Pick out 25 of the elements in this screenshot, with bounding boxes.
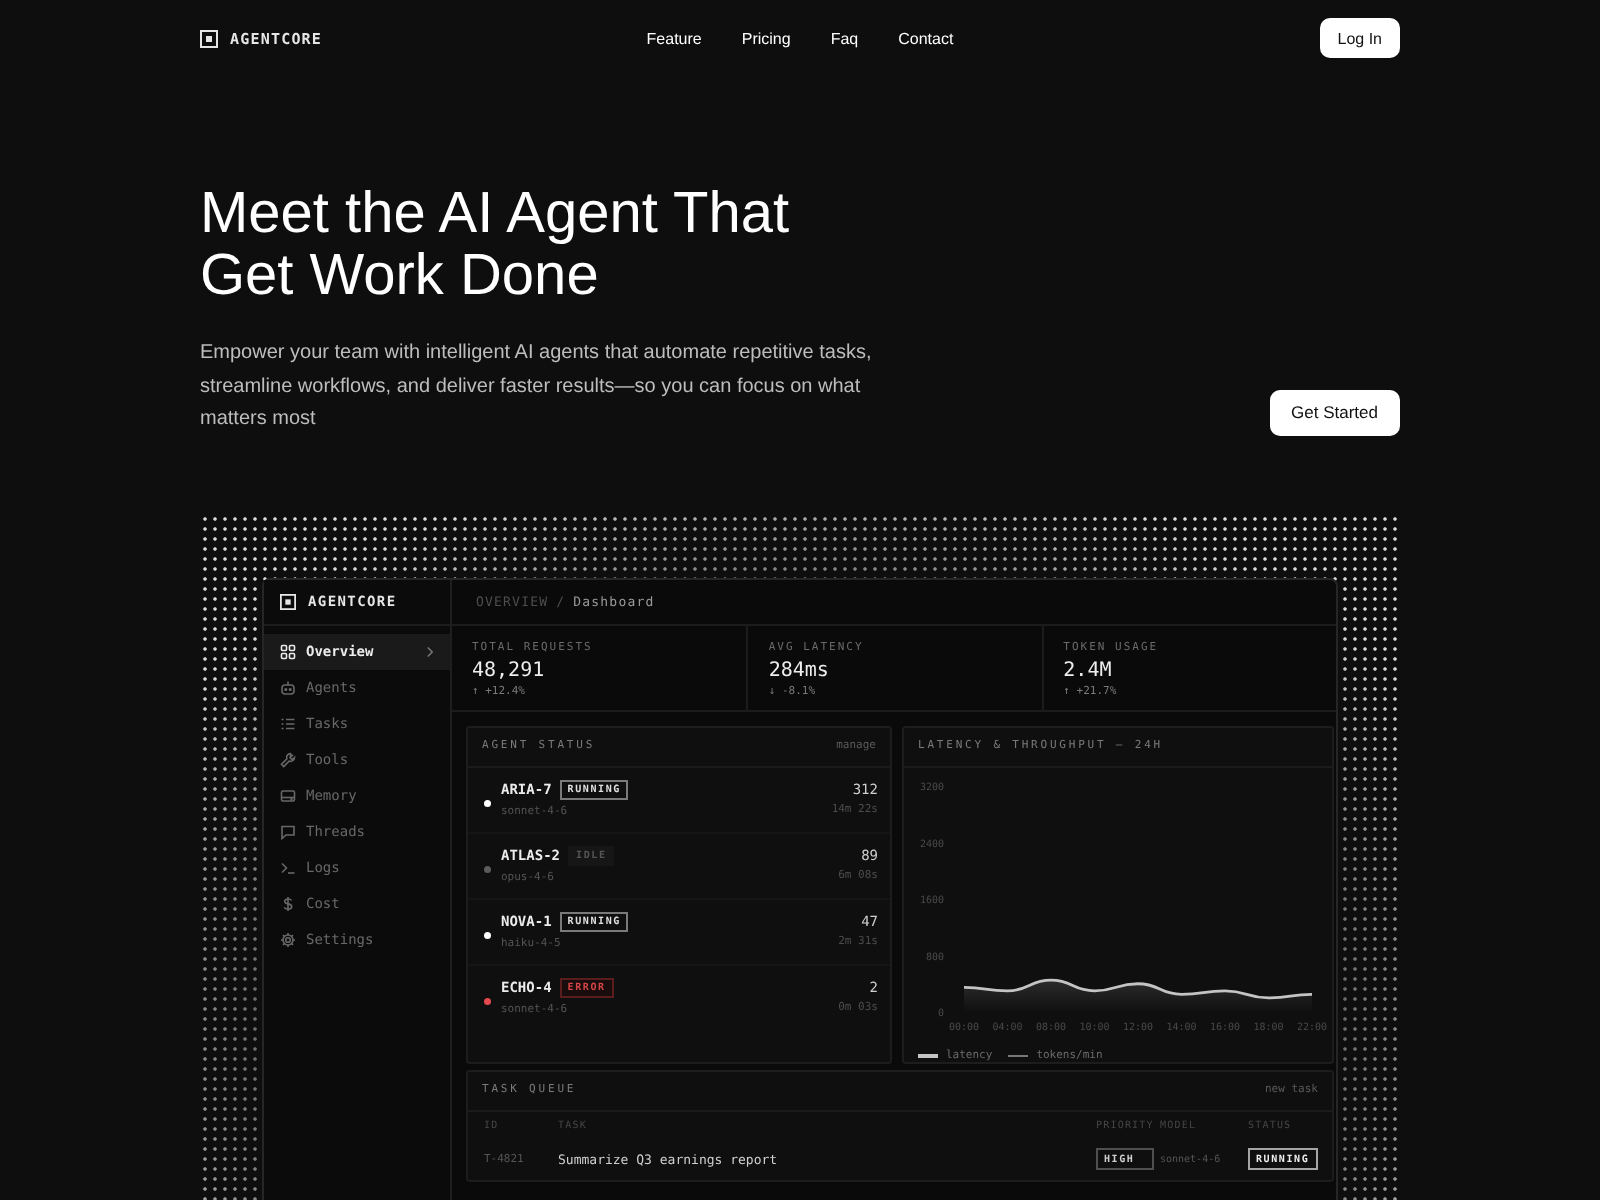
chevron-icon: [426, 645, 434, 657]
nav-link[interactable]: Feature: [646, 29, 702, 47]
nav-link[interactable]: Pricing: [741, 29, 791, 47]
login-button[interactable]: Log In: [1319, 18, 1400, 58]
robot-icon: [280, 679, 296, 695]
nav-link[interactable]: Contact: [898, 29, 954, 47]
nav-link[interactable]: Faq: [830, 29, 859, 47]
chat-bubble-icon: [280, 823, 296, 839]
grid-icon: [280, 643, 296, 659]
gear-icon: [280, 931, 296, 947]
get-started-button[interactable]: Get Started: [1269, 389, 1400, 435]
stat-value: 2.4M: [1063, 659, 1112, 681]
dollar-icon: [280, 895, 296, 911]
line-swatch-icon: [1008, 1053, 1029, 1057]
stat-value: 48,291: [472, 659, 545, 681]
line-swatch-icon: [918, 1053, 938, 1057]
terminal-icon: [280, 859, 296, 875]
hero-title: Meet the AI Agent That Get Work Done: [200, 184, 792, 308]
wrench-icon: [280, 751, 296, 767]
stat-value: 284ms: [768, 659, 829, 681]
list-icon: [280, 715, 296, 731]
logo-icon: [200, 29, 218, 47]
logo-icon: [280, 593, 296, 609]
hero-description: Empower your team with intelligent AI agents that automate repetitive tasks, streamline workflows, and deliver faster results—so you can focus on what matters most: [200, 340, 874, 434]
storage-icon: [280, 787, 296, 803]
